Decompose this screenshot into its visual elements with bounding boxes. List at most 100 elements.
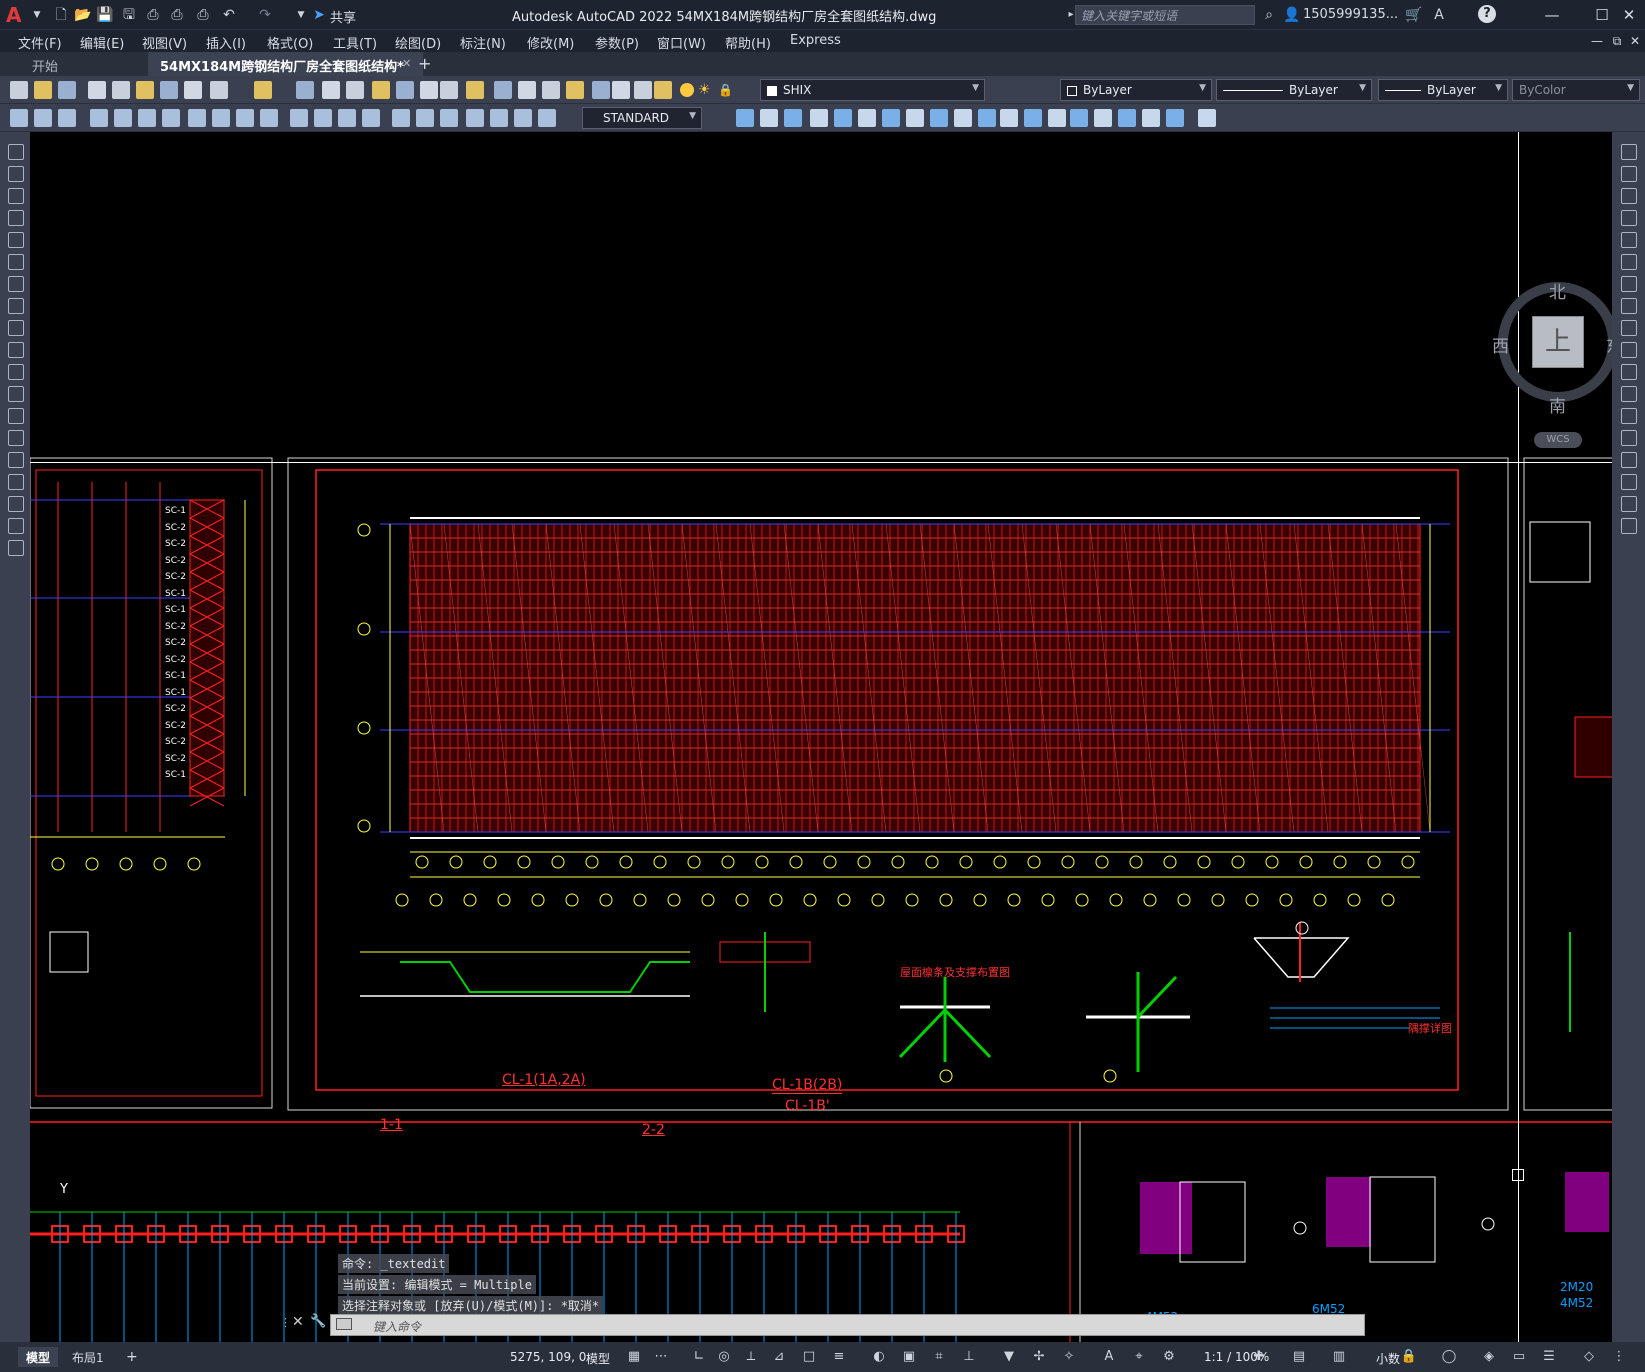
zoom-realtime-icon[interactable] <box>346 81 364 99</box>
viewcube-north[interactable]: 北 <box>1549 278 1566 303</box>
coordinate-readout[interactable]: 5275, 109, 0 <box>510 1350 586 1364</box>
help-icon[interactable] <box>566 81 584 99</box>
3d-print-icon[interactable] <box>160 81 178 99</box>
block-insert-icon[interactable] <box>1000 109 1018 127</box>
new-icon[interactable] <box>10 81 28 99</box>
dim-ordinate-icon[interactable] <box>90 109 108 127</box>
annotation-scale-icon[interactable]: ⌖ <box>1130 1349 1148 1365</box>
annotation-monitor-icon[interactable]: ✚ <box>1250 1349 1268 1365</box>
dim-angular-icon[interactable] <box>188 109 206 127</box>
ortho-icon[interactable]: ∟ <box>690 1349 708 1365</box>
layer-match2-icon[interactable] <box>978 109 996 127</box>
drawing-canvas[interactable]: 上 北 南 东 西 WCS 屋面檩条及支撑布置图 CL-1(1A,2A) CL-… <box>30 132 1612 1342</box>
plot-icon[interactable] <box>88 81 106 99</box>
menu-edit[interactable]: 编辑(E) <box>80 33 124 52</box>
layer-iso-icon[interactable] <box>760 109 778 127</box>
menu-window[interactable]: 窗口(W) <box>657 33 706 52</box>
tolerance-icon[interactable] <box>338 109 356 127</box>
xref-icon[interactable] <box>1070 109 1088 127</box>
dim-aligned-icon[interactable] <box>34 109 52 127</box>
quick-dim-icon[interactable] <box>212 109 230 127</box>
layer-lock-icon[interactable]: 🔒 <box>718 82 734 98</box>
menu-insert[interactable]: 插入(I) <box>206 33 246 52</box>
plot-icon[interactable]: ⎙ <box>194 6 212 24</box>
dim-break-icon[interactable] <box>314 109 332 127</box>
status-menu-icon[interactable]: ⋮ <box>1610 1349 1628 1365</box>
tab-layout1[interactable]: 布局1 <box>64 1347 112 1367</box>
save-as-icon[interactable]: 🖫 <box>120 6 138 24</box>
tab-drawing[interactable]: 54MX184M跨钢结构厂房全套图纸结构* <box>148 52 423 76</box>
layer-delete-icon[interactable] <box>930 109 948 127</box>
zoom-previous-icon[interactable] <box>396 81 414 99</box>
blend-icon[interactable] <box>1621 496 1637 512</box>
polyline-icon[interactable] <box>8 188 24 204</box>
markup-icon[interactable] <box>518 81 536 99</box>
extend-icon[interactable] <box>1621 364 1637 380</box>
layer-unisolate-icon[interactable] <box>784 109 802 127</box>
osnap-icon[interactable]: □ <box>800 1349 818 1365</box>
line-icon[interactable] <box>8 144 24 160</box>
minimize-icon[interactable]: — <box>1540 4 1564 26</box>
new-file-icon[interactable]: 🗋 <box>52 6 70 24</box>
offset-icon[interactable] <box>1621 210 1637 226</box>
open-web-icon[interactable]: ⎙ <box>144 6 162 24</box>
pan-icon[interactable] <box>322 81 340 99</box>
color-dropdown[interactable]: ByLayer ▼ <box>1060 79 1212 101</box>
layer-freeze-icon[interactable]: ☀ <box>698 82 714 98</box>
dim-jogged-icon[interactable] <box>138 109 156 127</box>
jogged-linear-icon[interactable] <box>416 109 434 127</box>
workspace-icon[interactable]: ⚙ <box>1160 1349 1178 1365</box>
command-input[interactable]: 键入命令 <box>330 1314 1365 1336</box>
close-icon[interactable]: ✕ <box>1617 4 1641 26</box>
units-icon[interactable]: ▤ <box>1290 1349 1308 1365</box>
layer-dropdown[interactable]: SHIX ▼ <box>760 79 985 101</box>
menu-view[interactable]: 视图(V) <box>142 33 187 52</box>
layer-properties-icon[interactable] <box>592 81 610 99</box>
inspect-icon[interactable] <box>392 109 410 127</box>
stretch-icon[interactable] <box>1621 320 1637 336</box>
image-icon[interactable] <box>1094 109 1112 127</box>
polar-icon[interactable]: ◎ <box>715 1349 733 1365</box>
tab-start[interactable]: 开始 <box>20 52 70 76</box>
erase-icon[interactable] <box>1621 144 1637 160</box>
viewcube[interactable]: 上 北 南 东 西 WCS <box>1492 282 1612 448</box>
menu-express[interactable]: Express <box>790 33 841 48</box>
zoom-window-icon[interactable] <box>372 81 390 99</box>
autocad-logo-icon[interactable]: A <box>6 3 30 27</box>
lock-ui-icon[interactable]: 🔒 <box>1400 1349 1418 1365</box>
properties-icon[interactable] <box>420 81 438 99</box>
layer-icon[interactable] <box>654 81 672 99</box>
quickcalc-icon[interactable] <box>542 81 560 99</box>
trim-icon[interactable] <box>1621 342 1637 358</box>
units-dropdown[interactable]: 小数 <box>1376 1350 1400 1367</box>
table-icon[interactable] <box>1198 109 1216 127</box>
isodraft-icon[interactable]: ⟂ <box>742 1349 760 1365</box>
menu-dimension[interactable]: 标注(N) <box>460 33 506 52</box>
viewcube-west[interactable]: 西 <box>1492 332 1509 357</box>
dim-baseline-icon[interactable] <box>236 109 254 127</box>
dim-space-icon[interactable] <box>290 109 308 127</box>
app-menu-chevron-icon[interactable]: ▼ <box>28 6 46 24</box>
arc-icon[interactable] <box>8 254 24 270</box>
layer-walk-icon[interactable] <box>954 109 972 127</box>
osnap-track-icon[interactable]: ⊿ <box>770 1349 788 1365</box>
menu-tools[interactable]: 工具(T) <box>333 33 377 52</box>
command-prompt-icon[interactable] <box>336 1318 352 1330</box>
dim-style-icon[interactable] <box>514 109 532 127</box>
rotate-icon[interactable] <box>1621 276 1637 292</box>
break-at-point-icon[interactable] <box>1621 386 1637 402</box>
array-icon[interactable] <box>1621 232 1637 248</box>
viewcube-south[interactable]: 南 <box>1549 392 1566 417</box>
ellipse-arc-icon[interactable] <box>8 364 24 380</box>
hardware-accel-icon[interactable]: ◇ <box>1580 1349 1598 1365</box>
cut-icon[interactable] <box>184 81 202 99</box>
move-icon[interactable] <box>1621 254 1637 270</box>
dim-arc-icon[interactable] <box>58 109 76 127</box>
hatch-draw-icon[interactable] <box>8 452 24 468</box>
command-close-icon[interactable]: ✕ <box>292 1314 304 1330</box>
new-tab-button[interactable]: + <box>418 54 431 73</box>
explode-icon[interactable] <box>1621 518 1637 534</box>
command-settings-icon[interactable]: 🔧 <box>310 1314 326 1329</box>
redo-icon[interactable]: ↷ <box>256 6 274 24</box>
menu-format[interactable]: 格式(O) <box>267 33 313 52</box>
